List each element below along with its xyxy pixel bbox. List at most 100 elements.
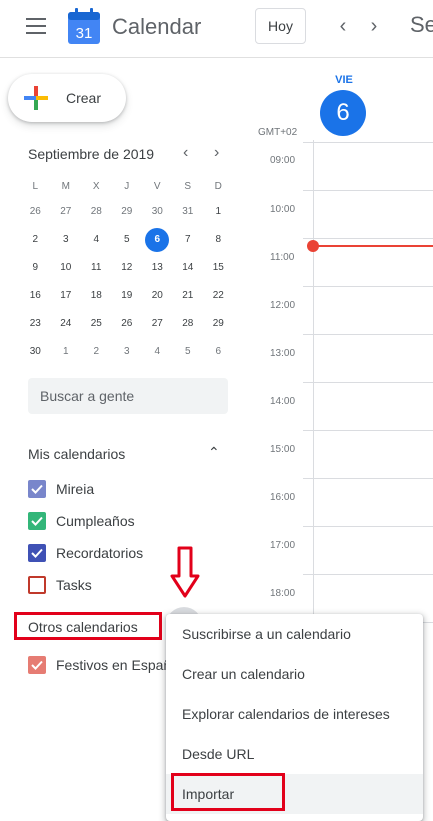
menu-item-from-url[interactable]: Desde URL xyxy=(166,734,423,774)
day-cell[interactable]: 12 xyxy=(112,254,143,282)
calendar-item-cumpleanos[interactable]: Cumpleaños xyxy=(28,509,135,533)
day-cell[interactable]: 26 xyxy=(20,198,51,226)
calendar-name: Tasks xyxy=(56,577,92,593)
hour-label: 09:00 xyxy=(270,155,296,166)
calendar-item-festivos[interactable]: Festivos en España xyxy=(28,653,179,677)
hour-label: 15:00 xyxy=(270,444,296,455)
day-cell[interactable]: 23 xyxy=(20,310,51,338)
today-cell[interactable]: 6 xyxy=(142,226,173,254)
top-bar: 31 Calendar Hoy ‹ › Se xyxy=(0,0,433,58)
create-button[interactable]: Crear xyxy=(8,74,126,122)
highlight-box xyxy=(14,612,162,640)
day-cell[interactable]: 6 xyxy=(203,338,234,366)
week-row: 2 3 4 5 6 7 8 xyxy=(20,226,236,254)
menu-item-browse-interests[interactable]: Explorar calendarios de intereses xyxy=(166,694,423,734)
week-row: 9 10 11 12 13 14 15 xyxy=(20,254,236,282)
create-label: Crear xyxy=(66,90,102,106)
checkbox-checked-icon[interactable] xyxy=(28,656,46,674)
next-period-icon[interactable]: › xyxy=(364,14,384,38)
calendar-name: Mireia xyxy=(56,481,95,497)
day-cell[interactable]: 21 xyxy=(173,282,204,310)
day-cell[interactable]: 3 xyxy=(51,226,82,254)
day-cell[interactable]: 31 xyxy=(173,198,204,226)
day-cell[interactable]: 8 xyxy=(203,226,234,254)
menu-item-create-calendar[interactable]: Crear un calendario xyxy=(166,654,423,694)
day-cell[interactable]: 1 xyxy=(51,338,82,366)
day-cell[interactable]: 15 xyxy=(203,254,234,282)
highlight-box xyxy=(171,773,285,811)
grid-line xyxy=(303,190,433,191)
day-cell[interactable]: 25 xyxy=(81,310,112,338)
today-number: 6 xyxy=(145,228,170,252)
mini-prev-month-icon[interactable]: ‹ xyxy=(183,144,188,162)
hour-label: 17:00 xyxy=(270,540,296,551)
current-date-label: Se xyxy=(410,12,433,37)
day-cell[interactable]: 19 xyxy=(112,282,143,310)
day-cell[interactable]: 24 xyxy=(51,310,82,338)
my-calendars-title[interactable]: Mis calendarios xyxy=(28,446,125,462)
checkbox-checked-icon[interactable] xyxy=(28,544,46,562)
day-cell[interactable]: 30 xyxy=(20,338,51,366)
calendar-item-tasks[interactable]: Tasks xyxy=(28,573,92,597)
hour-label: 16:00 xyxy=(270,492,296,503)
chevron-up-icon[interactable]: ⌃ xyxy=(208,444,220,461)
logo-day: 31 xyxy=(76,25,93,42)
checkbox-checked-icon[interactable] xyxy=(28,480,46,498)
calendar-name: Cumpleaños xyxy=(56,513,135,529)
day-cell[interactable]: 14 xyxy=(173,254,204,282)
day-cell[interactable]: 27 xyxy=(142,310,173,338)
day-cell[interactable]: 17 xyxy=(51,282,82,310)
day-cell[interactable]: 27 xyxy=(51,198,82,226)
grid-line xyxy=(303,526,433,527)
day-number[interactable]: 6 xyxy=(320,90,366,136)
calendar-logo-icon[interactable]: 31 xyxy=(68,8,100,44)
day-cell[interactable]: 4 xyxy=(142,338,173,366)
day-cell[interactable]: 9 xyxy=(20,254,51,282)
checkbox-checked-icon[interactable] xyxy=(28,512,46,530)
day-cell[interactable]: 30 xyxy=(142,198,173,226)
weekday-row: L M X J V S D xyxy=(20,176,236,198)
day-cell[interactable]: 16 xyxy=(20,282,51,310)
previous-period-icon[interactable]: ‹ xyxy=(333,14,353,38)
calendar-item-mireia[interactable]: Mireia xyxy=(28,477,94,501)
app-title: Calendar xyxy=(112,14,202,39)
day-cell[interactable]: 5 xyxy=(112,226,143,254)
week-row: 26 27 28 29 30 31 1 xyxy=(20,198,236,226)
day-cell[interactable]: 4 xyxy=(81,226,112,254)
day-cell[interactable]: 7 xyxy=(173,226,204,254)
day-cell[interactable]: 26 xyxy=(112,310,143,338)
day-cell[interactable]: 13 xyxy=(142,254,173,282)
main-menu-icon[interactable] xyxy=(26,18,46,34)
red-arrow-annotation-icon xyxy=(170,546,200,598)
day-column-header[interactable]: VIE 6 xyxy=(320,74,368,136)
checkbox-unchecked-icon[interactable] xyxy=(28,576,46,594)
day-cell[interactable]: 5 xyxy=(173,338,204,366)
day-cell[interactable]: 2 xyxy=(20,226,51,254)
hour-label: 14:00 xyxy=(270,396,296,407)
week-row: 23 24 25 26 27 28 29 xyxy=(20,310,236,338)
day-cell[interactable]: 1 xyxy=(203,198,234,226)
day-cell[interactable]: 3 xyxy=(112,338,143,366)
day-cell[interactable]: 28 xyxy=(173,310,204,338)
day-cell[interactable]: 29 xyxy=(112,198,143,226)
today-button[interactable]: Hoy xyxy=(255,8,306,44)
timezone-label: GMT+02 xyxy=(258,127,298,138)
day-cell[interactable]: 29 xyxy=(203,310,234,338)
day-cell[interactable]: 22 xyxy=(203,282,234,310)
plus-icon xyxy=(24,86,48,110)
grid-line xyxy=(303,382,433,383)
calendar-name: Recordatorios xyxy=(56,545,144,561)
current-time-line xyxy=(313,245,433,247)
weekday-label: D xyxy=(214,181,222,192)
day-cell[interactable]: 10 xyxy=(51,254,82,282)
search-people-input[interactable]: Buscar a gente xyxy=(28,378,228,414)
day-cell[interactable]: 28 xyxy=(81,198,112,226)
day-cell[interactable]: 11 xyxy=(81,254,112,282)
mini-next-month-icon[interactable]: › xyxy=(214,144,219,162)
day-cell[interactable]: 20 xyxy=(142,282,173,310)
hour-label: 11:00 xyxy=(270,252,295,263)
menu-item-subscribe[interactable]: Suscribirse a un calendario xyxy=(166,614,423,654)
day-cell[interactable]: 18 xyxy=(81,282,112,310)
day-cell[interactable]: 2 xyxy=(81,338,112,366)
calendar-item-recordatorios[interactable]: Recordatorios xyxy=(28,541,143,565)
